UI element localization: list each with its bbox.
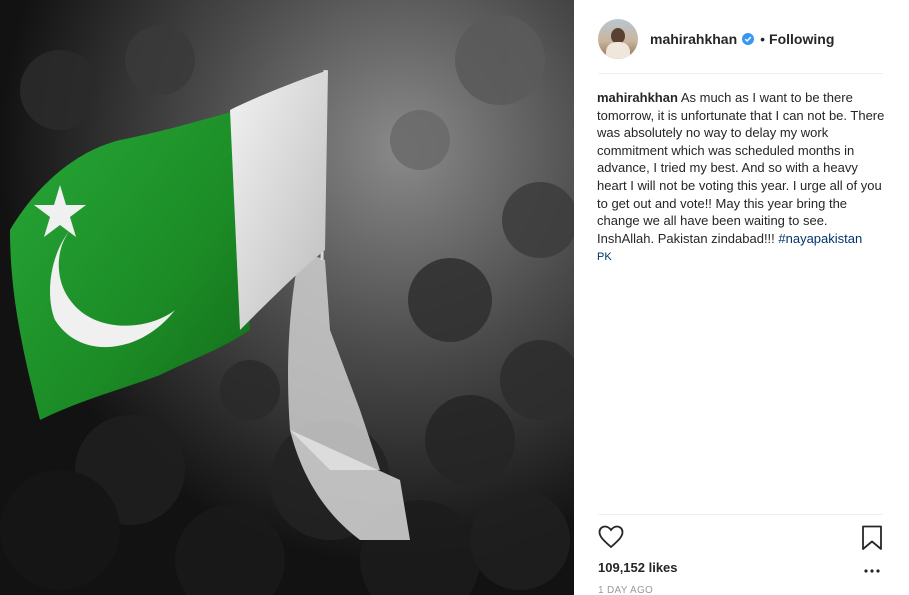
caption-text: As much as I want to be there tomorrow, … [597,90,885,246]
caption-hashtag-suffix[interactable]: PK [597,251,612,263]
pakistan-flag-crowd-photo [0,0,574,595]
post-image[interactable] [0,0,574,595]
likes-count[interactable]: 109,152 likes [598,560,678,575]
post-header: mahirahkhan • Following [598,16,883,74]
heart-icon[interactable] [598,525,624,549]
avatar[interactable] [598,18,638,59]
following-button[interactable]: Following [769,31,834,47]
post-caption: mahirahkhan As much as I want to be ther… [597,89,887,267]
header-separator: • [760,30,766,47]
verified-badge-icon [742,32,755,45]
post-side-panel: mahirahkhan • Following mahirahkhan As m… [574,0,909,595]
post-timestamp[interactable]: 1 DAY AGO [598,585,653,595]
header-username[interactable]: mahirahkhan [650,31,737,47]
caption-username[interactable]: mahirahkhan [597,90,678,105]
bookmark-icon[interactable] [861,525,883,551]
more-options-icon[interactable] [863,563,881,573]
post-actions: 109,152 likes 1 DAY AGO [598,514,883,595]
caption-hashtag[interactable]: #nayapakistan [778,231,862,246]
